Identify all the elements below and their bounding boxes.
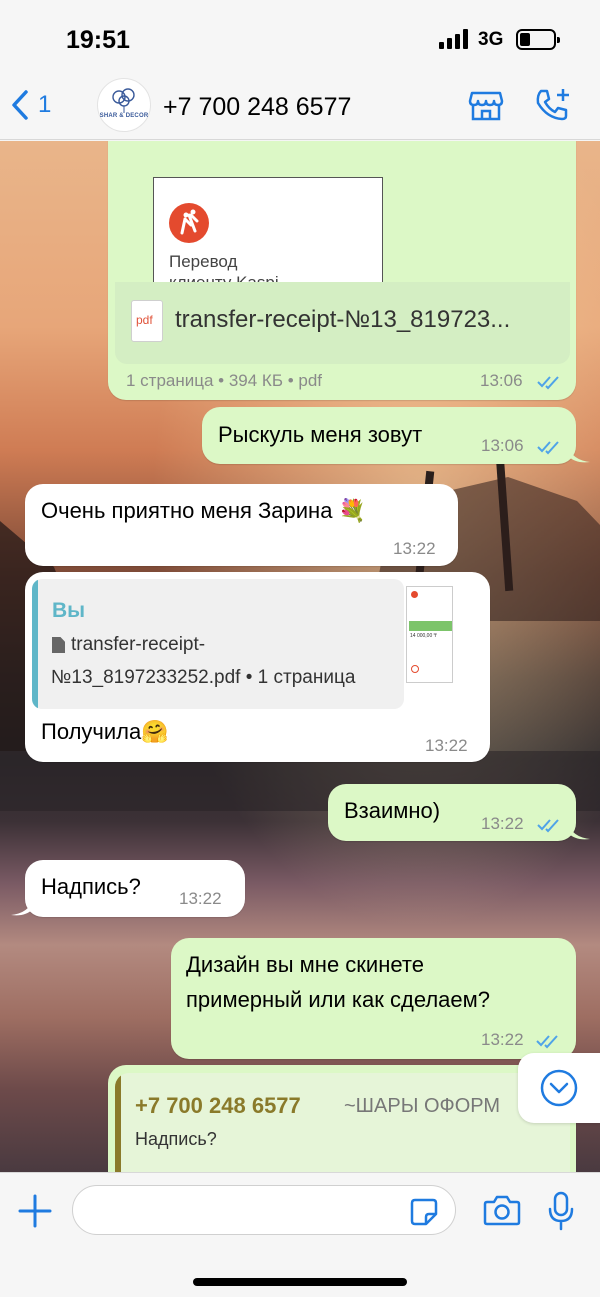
- message-input[interactable]: [72, 1185, 456, 1235]
- message-text: примерный или как сделаем?: [186, 987, 491, 1012]
- message-outgoing[interactable]: Взаимно) 13:22: [328, 784, 576, 841]
- back-button[interactable]: 1: [10, 85, 51, 125]
- store-icon[interactable]: [468, 87, 504, 123]
- status-bar: 19:51 3G: [0, 0, 600, 75]
- message-time: 13:22: [393, 539, 436, 558]
- reply-author-name: ~ШАРЫ ОФОРМ: [344, 1095, 501, 1117]
- quote-file-line2: №13_8197233252.pdf • 1 страница: [51, 667, 356, 688]
- avatar-text: SHAR & DECOR: [99, 113, 149, 119]
- pdf-thumb-title: Перевод: [169, 252, 238, 271]
- quote-author: Вы: [52, 599, 86, 622]
- contact-name[interactable]: +7 700 248 6577: [163, 93, 351, 122]
- chat-area[interactable]: Перевод клиенту Kaspi pdf transfer-recei…: [0, 141, 600, 1172]
- microphone-icon[interactable]: [546, 1191, 576, 1231]
- unread-count: 1: [38, 91, 52, 118]
- balloons-icon: [112, 88, 135, 113]
- message-time: 13:22: [481, 814, 524, 833]
- message-text: Дизайн вы мне скинете: [186, 952, 424, 977]
- camera-icon[interactable]: [483, 1193, 521, 1227]
- network-type: 3G: [478, 29, 504, 50]
- read-ticks-icon: [537, 376, 559, 390]
- reply-text: Надпись?: [135, 1129, 217, 1149]
- quoted-message[interactable]: Вы transfer-receipt- №13_8197233252.pdf …: [32, 579, 404, 709]
- quoted-message[interactable]: +7 700 248 6577 ~ШАРЫ ОФОРМ Надпись?: [115, 1073, 570, 1172]
- message-time: 13:22: [425, 736, 468, 755]
- pdf-time: 13:06: [480, 371, 523, 390]
- message-outgoing-reply[interactable]: +7 700 248 6577 ~ШАРЫ ОФОРМ Надпись?: [108, 1065, 576, 1172]
- chevron-down-circle-icon: [540, 1069, 578, 1107]
- reply-author: +7 700 248 6577: [135, 1093, 301, 1118]
- read-ticks-icon: [537, 441, 559, 455]
- message-incoming-reply[interactable]: Вы transfer-receipt- №13_8197233252.pdf …: [25, 572, 490, 762]
- pdf-file-bar[interactable]: pdf transfer-receipt-№13_819723...: [115, 282, 570, 364]
- message-text: Получила🤗: [41, 719, 169, 744]
- bubble-tail: [568, 446, 590, 463]
- bubble-tail: [568, 823, 590, 840]
- message-time: 13:22: [179, 889, 222, 908]
- message-text: Рыскуль меня зовут: [218, 422, 423, 447]
- kaspi-logo-icon: [169, 203, 209, 243]
- read-ticks-icon: [537, 819, 559, 833]
- add-call-icon[interactable]: [533, 87, 573, 123]
- pdf-meta: 1 страница • 394 КБ • pdf: [126, 371, 323, 390]
- message-outgoing[interactable]: Дизайн вы мне скинете примерный или как …: [171, 938, 576, 1059]
- battery-icon: [516, 29, 560, 50]
- quote-file-line1: transfer-receipt-: [71, 634, 206, 655]
- home-indicator[interactable]: [193, 1278, 407, 1286]
- status-time: 19:51: [66, 26, 130, 54]
- pdf-file-icon: pdf: [131, 300, 163, 342]
- chevron-left-icon: [12, 90, 28, 120]
- message-outgoing[interactable]: Рыскуль меня зовут 13:06: [202, 407, 576, 464]
- input-bar: [0, 1172, 600, 1297]
- message-incoming[interactable]: Надпись? 13:22: [25, 860, 245, 917]
- thumb-amount: 14 000,00 ₸: [410, 633, 437, 639]
- scroll-down-button[interactable]: [518, 1053, 600, 1123]
- message-time: 13:06: [481, 436, 524, 455]
- file-icon: [52, 637, 65, 653]
- signal-icon: [439, 29, 469, 49]
- read-ticks-icon: [536, 1035, 558, 1049]
- message-incoming[interactable]: Очень приятно меня Зарина 💐 13:22: [25, 484, 458, 566]
- message-text: Надпись?: [41, 874, 141, 899]
- sticker-icon[interactable]: [409, 1197, 439, 1227]
- message-text: Взаимно): [344, 798, 441, 823]
- plus-icon[interactable]: [18, 1194, 52, 1228]
- chat-header: 1 SHAR & DECOR +7 700 248 6577: [0, 75, 600, 140]
- pdf-file-name: transfer-receipt-№13_819723...: [175, 306, 511, 333]
- pdf-message[interactable]: Перевод клиенту Kaspi pdf transfer-recei…: [108, 141, 576, 400]
- bubble-tail: [11, 899, 33, 916]
- quote-thumbnail: 14 000,00 ₸: [406, 586, 453, 683]
- message-text: Очень приятно меня Зарина 💐: [41, 498, 366, 523]
- avatar[interactable]: SHAR & DECOR: [97, 78, 151, 132]
- message-time: 13:22: [481, 1030, 524, 1049]
